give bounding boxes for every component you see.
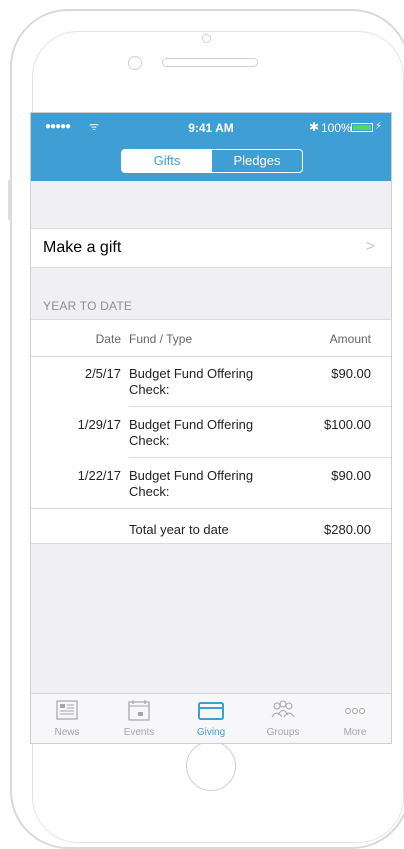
tab-label: News [54, 727, 80, 738]
row-fund-type: Check: [129, 382, 170, 397]
tab-giving[interactable]: Giving [175, 694, 247, 743]
make-gift-row[interactable]: Make a gift > [31, 228, 391, 268]
app-screen: ●●●●● ᯤ 9:41 AM ✱ 100% ⚡ Gifts Pledges M… [30, 112, 392, 744]
row-date: 1/29/17 [77, 417, 121, 432]
row-divider [31, 508, 391, 509]
status-bar: ●●●●● ᯤ 9:41 AM ✱ 100% ⚡ [31, 119, 391, 137]
battery-icon [351, 123, 373, 132]
credit-card-icon [198, 702, 224, 720]
row-fund-name: Budget Fund Offering [129, 417, 254, 432]
row-fund-type: Check: [129, 484, 170, 499]
make-gift-label: Make a gift [43, 239, 122, 256]
total-label: Total year to date [129, 522, 229, 537]
tab-bar: News Events Giving Groups More [31, 693, 391, 743]
news-icon [56, 700, 78, 720]
total-amount: $280.00 [324, 522, 371, 537]
row-date: 1/22/17 [77, 468, 121, 483]
column-header-fund: Fund / Type [129, 332, 193, 346]
row-fund: Budget Fund Offering Check: [129, 417, 253, 449]
more-icon [345, 708, 365, 714]
row-fund: Budget Fund Offering Check: [129, 468, 253, 500]
table-header: Date Fund / Type Amount [31, 320, 391, 357]
row-amount: $90.00 [331, 468, 371, 483]
row-fund: Budget Fund Offering Check: [129, 366, 253, 398]
table-row[interactable]: 1/22/17 Budget Fund Offering Check: $90.… [31, 458, 391, 509]
tab-events[interactable]: Events [103, 694, 175, 743]
charging-icon: ⚡ [375, 121, 383, 132]
table-row[interactable]: 2/5/17 Budget Fund Offering Check: $90.0… [31, 356, 391, 407]
column-header-amount: Amount [329, 332, 371, 346]
chevron-right-icon: > [365, 238, 375, 255]
row-fund-name: Budget Fund Offering [129, 366, 254, 381]
people-icon [271, 700, 295, 718]
table-row[interactable]: 1/29/17 Budget Fund Offering Check: $100… [31, 407, 391, 458]
tab-groups[interactable]: Groups [247, 694, 319, 743]
row-amount: $100.00 [324, 417, 371, 432]
tab-label: Events [123, 727, 155, 738]
tab-label: Groups [266, 727, 300, 738]
tab-label: More [343, 727, 367, 738]
section-title: YEAR TO DATE [43, 299, 133, 313]
column-header-date: Date [95, 332, 121, 346]
bluetooth-icon: ✱ [309, 120, 320, 134]
calendar-icon [128, 700, 150, 721]
battery-percent: 100% [321, 121, 352, 135]
segment-pledges[interactable]: Pledges [212, 150, 302, 172]
row-amount: $90.00 [331, 366, 371, 381]
volume-button [8, 180, 11, 220]
tab-more[interactable]: More [319, 694, 391, 743]
row-date: 2/5/17 [84, 366, 121, 381]
earpiece-speaker [162, 58, 258, 67]
row-fund-type: Check: [129, 433, 170, 448]
proximity-sensor [128, 56, 142, 70]
row-fund-name: Budget Fund Offering [129, 468, 254, 483]
segmented-control: Gifts Pledges [121, 149, 303, 173]
tab-label: Giving [196, 727, 226, 738]
app-header: ●●●●● ᯤ 9:41 AM ✱ 100% ⚡ Gifts Pledges [31, 113, 391, 181]
segment-gifts[interactable]: Gifts [122, 150, 212, 172]
front-camera [202, 34, 211, 43]
tab-news[interactable]: News [31, 694, 103, 743]
gifts-table: Date Fund / Type Amount 2/5/17 Budget Fu… [31, 319, 391, 544]
home-button[interactable] [186, 741, 236, 791]
